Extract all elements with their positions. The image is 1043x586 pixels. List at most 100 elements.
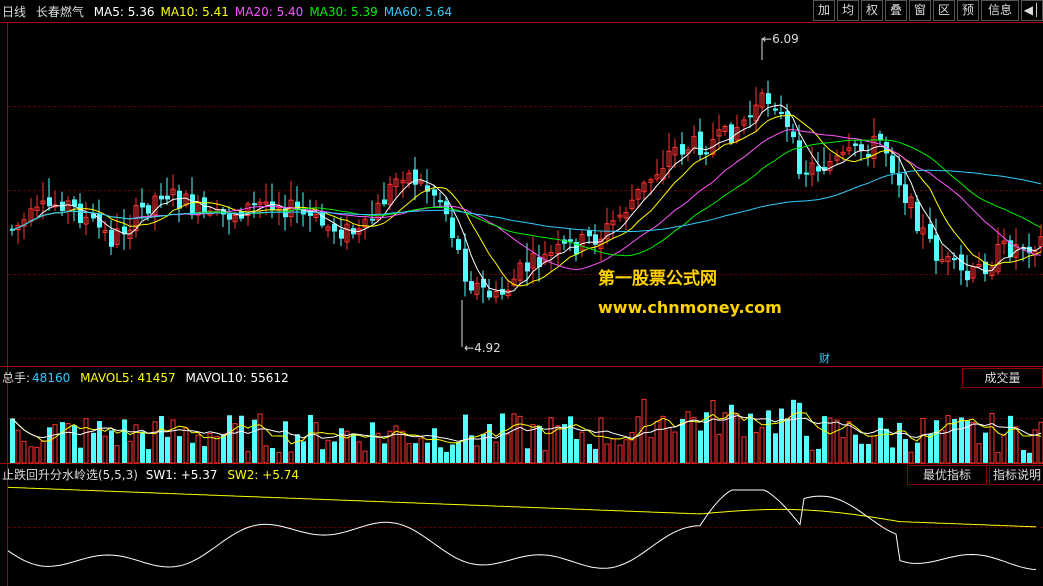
candle-body [779,111,784,114]
volume-bar [827,417,833,464]
candle-body [915,201,920,232]
volume-bar [195,434,201,464]
volume-bar [170,419,176,464]
volume-bar [766,410,771,463]
volume-bar [127,440,133,464]
volume-bar [444,451,449,463]
volume-bar [660,415,666,464]
volume-bar [1008,415,1013,463]
volume-bar [846,421,852,464]
volume-bar [28,446,34,464]
volume-bar [351,433,356,463]
volume-bar [574,439,579,463]
candle-body [965,270,970,281]
candle-body [525,262,530,272]
volume-bar [970,421,976,464]
volume-bar [866,443,871,463]
volume-bar [114,445,120,464]
volume-bar [375,432,381,464]
sw2-line [7,486,1037,528]
candle-body [587,230,592,237]
volume-bar [623,439,629,464]
volume-bar [587,444,592,463]
volume-bar [202,446,207,463]
volume-bar [332,441,337,463]
volume-bar [716,433,722,464]
volume-bar [840,437,846,464]
candle-body [227,214,232,220]
indicator-name[interactable]: 止跌回升分水岭选(5,5,3) [2,468,138,482]
volume-bar [666,427,672,464]
volume-bar [52,424,58,464]
volume-bar [542,450,548,464]
volume-bar [685,411,691,464]
volume-bar [183,427,189,464]
candle-body [853,143,858,146]
volume-bar [40,440,46,464]
candle-body [903,184,908,203]
volume-bar [989,412,995,464]
volume-bar [133,424,139,464]
volume-bar [450,444,455,463]
candle-body [897,173,902,186]
volume-bar [159,416,164,463]
volume-button[interactable]: 成交量 [962,368,1043,388]
candle-body [146,205,151,214]
mavol10-label: MAVOL10: 55612 [185,371,289,385]
candle-body [413,169,418,185]
volume-bar [47,427,52,463]
candle-body [140,202,145,208]
candle-body [438,200,443,203]
volume-bar [83,418,89,464]
candle-body [432,189,437,196]
volume-bar [295,434,300,463]
volume-bar [517,415,523,464]
volume-bar [276,451,282,464]
volume-bar [10,418,15,463]
volume-bar [976,443,982,464]
volume-bar [1001,434,1007,464]
volume-bar [122,419,127,463]
volume-bar [617,444,623,464]
kline-chart[interactable] [0,0,1043,586]
finance-marker[interactable]: 财 [819,350,830,366]
volume-bar [915,442,920,463]
volume-bar [263,445,269,464]
candle-body [487,290,492,298]
volume-bar [641,398,647,464]
candle-body [469,281,474,291]
volume-bar [91,432,96,463]
volume-bar [691,416,697,464]
volume-bar [270,448,275,463]
volume-bar [152,421,158,464]
candle-body [177,190,182,209]
indicator-help-button[interactable]: 指标说明 [989,465,1043,485]
volume-bar [356,441,362,464]
volume-bar [239,415,244,463]
volume-bar [413,443,418,463]
best-indicator-button[interactable]: 最优指标 [907,465,987,485]
volume-bar [920,417,926,464]
candle-body [450,217,455,238]
volume-bar [952,418,957,463]
volume-bar [983,432,988,463]
volume-bar [897,422,902,463]
volume-bar [505,433,511,464]
volume-bar [21,440,27,464]
volume-bar [474,445,480,464]
volume-bar [859,443,864,463]
volume-bar [109,430,114,463]
candle-body [190,194,195,216]
volume-bar [698,430,703,463]
candle-body [797,140,802,175]
mavol5-label: MAVOL5: 41457 [80,371,176,385]
volume-bar [610,438,616,464]
volume-bar [939,429,945,464]
volume-bar [753,431,759,464]
volume-bar [370,422,375,463]
candle-body [766,93,771,104]
volume-bar [704,412,709,463]
volume-bar [301,441,306,463]
candle-body [748,115,753,118]
candle-body [729,124,734,143]
